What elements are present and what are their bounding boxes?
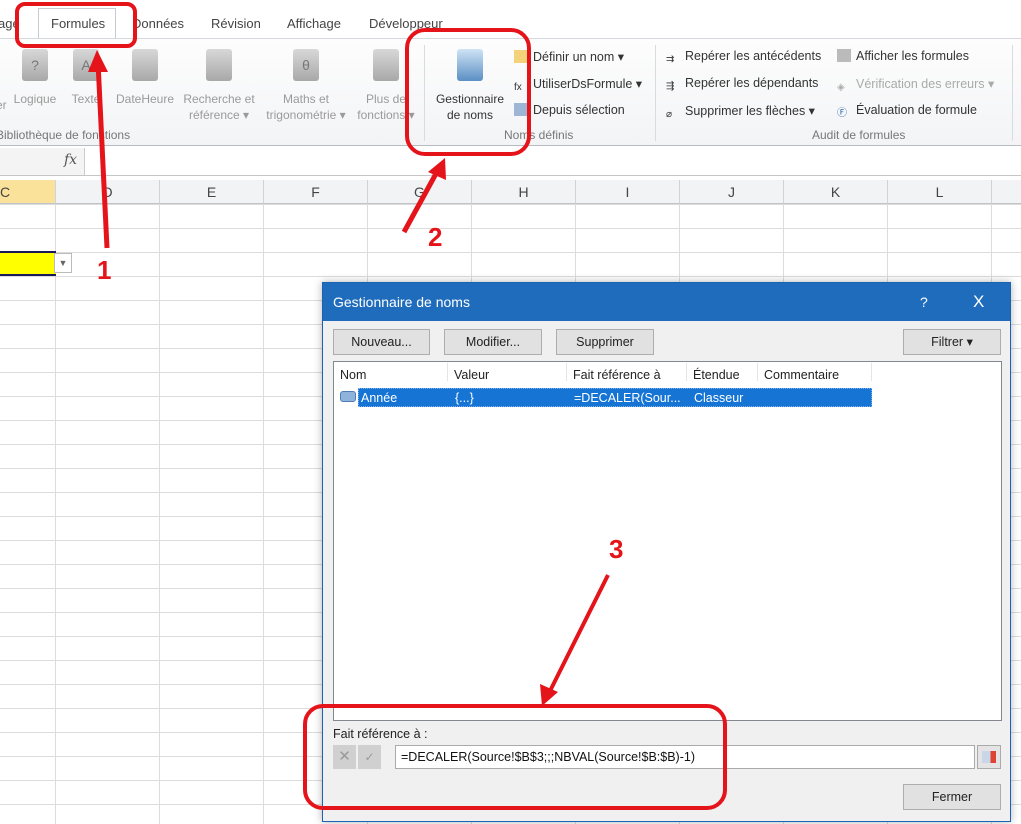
- annotation-box-3: [303, 704, 727, 810]
- annotation-label-3: 3: [609, 534, 624, 564]
- annotation-overlay: [15, 2, 727, 810]
- annotation-label-1: 1: [97, 255, 112, 285]
- annotation-box-1: [15, 2, 137, 48]
- arrow-3: [546, 574, 610, 696]
- arrowhead-1: [88, 50, 108, 72]
- annotation-box-2: [405, 28, 531, 156]
- arrowhead-3: [540, 684, 558, 706]
- annotation-label-2: 2: [428, 222, 443, 252]
- arrow-1: [95, 61, 110, 249]
